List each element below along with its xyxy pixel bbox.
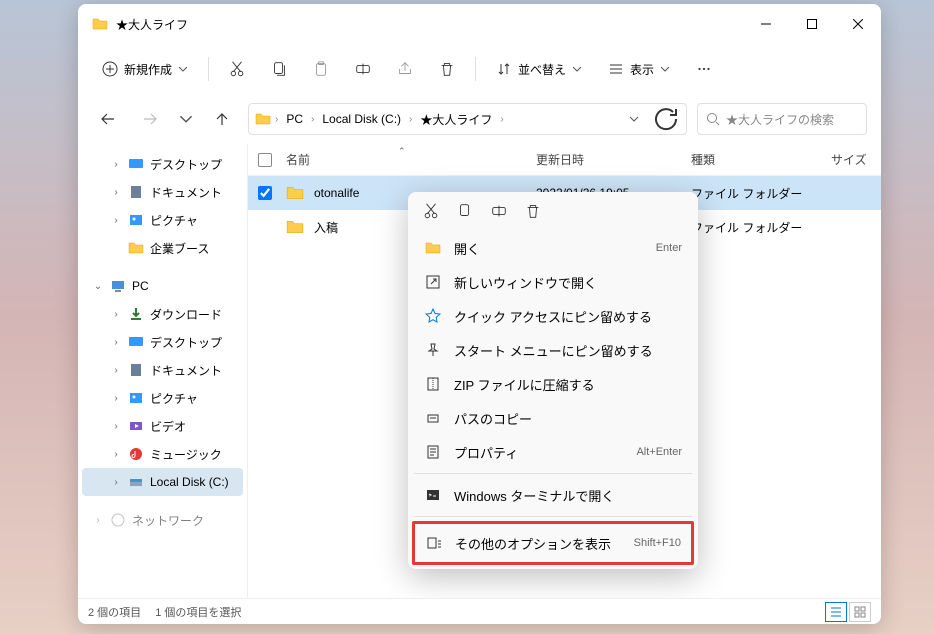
menu-copy-path[interactable]: パスのコピー bbox=[414, 401, 692, 435]
sidebar-item-pictures2[interactable]: ›ピクチャ bbox=[82, 384, 243, 412]
history-button[interactable] bbox=[176, 103, 196, 135]
paste-button[interactable] bbox=[303, 51, 339, 87]
breadcrumb-pc[interactable]: PC bbox=[282, 110, 307, 128]
minimize-button[interactable] bbox=[743, 8, 789, 40]
search-icon bbox=[706, 112, 720, 126]
sidebar-item-network[interactable]: ›ネットワーク bbox=[82, 506, 243, 534]
details-view-button[interactable] bbox=[825, 602, 847, 622]
column-size[interactable]: サイズ bbox=[831, 151, 881, 168]
view-button[interactable]: 表示 bbox=[598, 55, 680, 84]
maximize-button[interactable] bbox=[789, 8, 835, 40]
address-bar[interactable]: › PC › Local Disk (C:) › ★大人ライフ › bbox=[248, 103, 687, 135]
title-bar: ★大人ライフ bbox=[78, 4, 881, 44]
folder-icon bbox=[255, 111, 271, 127]
file-list: ⌃ 名前 更新日時 種類 サイズ otonalife 2022/01/26 19… bbox=[248, 144, 881, 598]
chevron-right-icon: › bbox=[311, 114, 314, 125]
sidebar-item-desktop2[interactable]: ›デスクトップ bbox=[82, 328, 243, 356]
sidebar-item-pc[interactable]: ⌄PC bbox=[82, 272, 243, 300]
column-date[interactable]: 更新日時 bbox=[536, 151, 691, 168]
explorer-window: ★大人ライフ 新規作成 並べ替え 表示 bbox=[78, 4, 881, 624]
context-menu: 開くEnter 新しいウィンドウで開く クイック アクセスにピン留めする スター… bbox=[408, 192, 698, 569]
sort-indicator-icon: ⌃ bbox=[398, 146, 406, 157]
refresh-button[interactable] bbox=[652, 105, 680, 133]
sort-button[interactable]: 並べ替え bbox=[486, 55, 592, 84]
menu-pin-quick[interactable]: クイック アクセスにピン留めする bbox=[414, 299, 692, 333]
delete-icon[interactable] bbox=[524, 202, 542, 223]
menu-pin-start[interactable]: スタート メニューにピン留めする bbox=[414, 333, 692, 367]
menu-zip[interactable]: ZIP ファイルに圧縮する bbox=[414, 367, 692, 401]
copy-icon[interactable] bbox=[456, 202, 474, 223]
sidebar-item-business[interactable]: 企業ブース bbox=[82, 234, 243, 262]
sidebar-item-desktop[interactable]: ›デスクトップ bbox=[82, 150, 243, 178]
forward-button[interactable] bbox=[134, 103, 166, 135]
terminal-icon bbox=[424, 487, 442, 503]
delete-button[interactable] bbox=[429, 51, 465, 87]
highlighted-annotation: その他のオプションを表示Shift+F10 bbox=[412, 521, 694, 565]
cut-button[interactable] bbox=[219, 51, 255, 87]
view-label: 表示 bbox=[630, 61, 654, 78]
back-button[interactable] bbox=[92, 103, 124, 135]
select-all-checkbox[interactable] bbox=[248, 153, 282, 167]
breadcrumb-disk[interactable]: Local Disk (C:) bbox=[318, 110, 405, 128]
chevron-right-icon: › bbox=[500, 114, 503, 125]
navigation-pane: ›デスクトップ ›ドキュメント ›ピクチャ 企業ブース ⌄PC ›ダウンロード … bbox=[78, 144, 248, 598]
folder-icon bbox=[424, 240, 442, 256]
close-button[interactable] bbox=[835, 8, 881, 40]
column-headers: ⌃ 名前 更新日時 種類 サイズ bbox=[248, 144, 881, 176]
star-icon bbox=[424, 308, 442, 324]
status-count: 2 個の項目 bbox=[88, 604, 141, 620]
up-button[interactable] bbox=[206, 103, 238, 135]
menu-properties[interactable]: プロパティAlt+Enter bbox=[414, 435, 692, 469]
separator bbox=[208, 57, 209, 81]
menu-more-options[interactable]: その他のオプションを表示Shift+F10 bbox=[415, 524, 691, 562]
properties-icon bbox=[424, 444, 442, 460]
column-name[interactable]: 名前 bbox=[282, 151, 536, 168]
sidebar-item-music[interactable]: ›ミュージック bbox=[82, 440, 243, 468]
share-button[interactable] bbox=[387, 51, 423, 87]
chevron-right-icon: › bbox=[275, 114, 278, 125]
command-bar: 新規作成 並べ替え 表示 bbox=[78, 44, 881, 94]
search-placeholder: ★大人ライフの検索 bbox=[726, 111, 834, 128]
new-button[interactable]: 新規作成 bbox=[92, 55, 198, 84]
search-box[interactable]: ★大人ライフの検索 bbox=[697, 103, 867, 135]
more-options-icon bbox=[425, 535, 443, 551]
navigation-row: › PC › Local Disk (C:) › ★大人ライフ › ★大人ライフ… bbox=[78, 94, 881, 144]
sidebar-item-pictures[interactable]: ›ピクチャ bbox=[82, 206, 243, 234]
separator bbox=[475, 57, 476, 81]
sidebar-item-localdisk[interactable]: ›Local Disk (C:) bbox=[82, 468, 243, 496]
rename-icon[interactable] bbox=[490, 202, 508, 223]
sidebar-item-downloads[interactable]: ›ダウンロード bbox=[82, 300, 243, 328]
menu-terminal[interactable]: Windows ターミナルで開く bbox=[414, 478, 692, 512]
sidebar-item-documents2[interactable]: ›ドキュメント bbox=[82, 356, 243, 384]
folder-icon bbox=[286, 184, 304, 202]
pin-icon bbox=[424, 342, 442, 358]
column-type[interactable]: 種類 bbox=[691, 151, 831, 168]
folder-icon bbox=[92, 16, 108, 32]
row-checkbox[interactable] bbox=[258, 186, 272, 200]
zip-icon bbox=[424, 376, 442, 392]
new-window-icon bbox=[424, 274, 442, 290]
menu-open[interactable]: 開くEnter bbox=[414, 231, 692, 265]
sidebar-item-videos[interactable]: ›ビデオ bbox=[82, 412, 243, 440]
address-dropdown[interactable] bbox=[620, 105, 648, 133]
cut-icon[interactable] bbox=[422, 202, 440, 223]
more-button[interactable] bbox=[686, 51, 722, 87]
copy-path-icon bbox=[424, 410, 442, 426]
sidebar-item-documents[interactable]: ›ドキュメント bbox=[82, 178, 243, 206]
status-selected: 1 個の項目を選択 bbox=[155, 604, 241, 620]
menu-separator bbox=[414, 516, 692, 517]
new-label: 新規作成 bbox=[124, 61, 172, 78]
folder-icon bbox=[286, 218, 304, 236]
copy-button[interactable] bbox=[261, 51, 297, 87]
window-title: ★大人ライフ bbox=[116, 16, 743, 33]
status-bar: 2 個の項目 1 個の項目を選択 bbox=[78, 598, 881, 624]
menu-separator bbox=[414, 473, 692, 474]
thumbnails-view-button[interactable] bbox=[849, 602, 871, 622]
breadcrumb-folder[interactable]: ★大人ライフ bbox=[416, 109, 496, 130]
sort-label: 並べ替え bbox=[518, 61, 566, 78]
chevron-right-icon: › bbox=[409, 114, 412, 125]
menu-new-window[interactable]: 新しいウィンドウで開く bbox=[414, 265, 692, 299]
rename-button[interactable] bbox=[345, 51, 381, 87]
